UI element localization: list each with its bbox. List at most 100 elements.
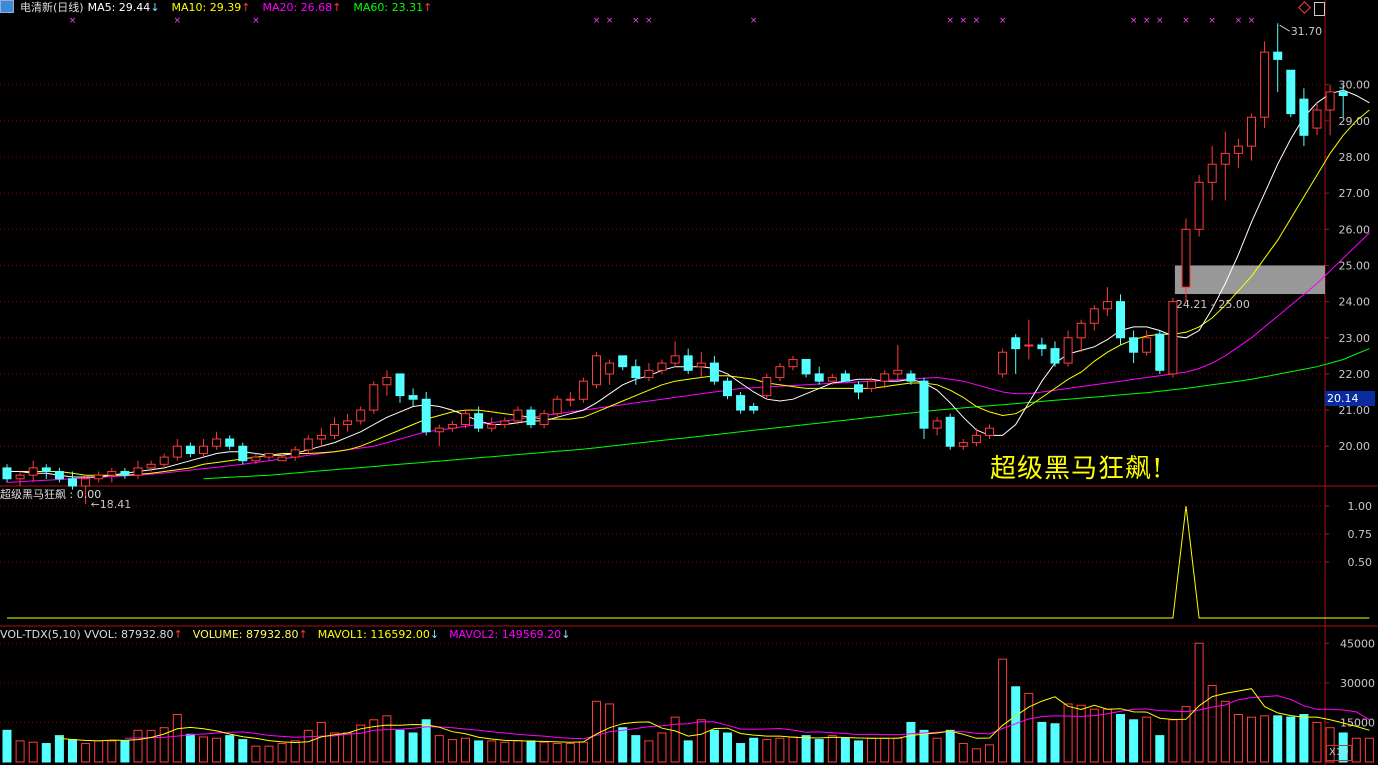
ma60-line [203,348,1370,480]
candle-body [500,420,510,426]
candle-body [657,362,667,371]
indicator-label: 超级黑马狂飙 : 0.00 [0,488,102,501]
volume-bar [15,740,25,763]
candle-body [631,366,641,379]
volume-bar [1181,706,1191,763]
volume-bar [1286,716,1296,763]
volume-bar [1220,700,1230,763]
price-tick-label: 26.00 [1339,223,1371,236]
candle-body [526,409,536,426]
candle-body [238,445,248,462]
candle-body [94,474,104,480]
candle-body [343,420,353,426]
candle-body [81,478,91,487]
candle-body [539,413,549,426]
candle-body [749,405,759,411]
volume-bar [487,740,497,763]
candle-body [670,355,680,364]
price-tick-label: 23.00 [1339,332,1371,345]
main-panel-header: 电清新(日线) MA5: 29.44↓ MA10: 29.39↑ MA20: 26.6… [0,0,450,16]
volume-bar [1037,721,1047,763]
ma-legend: MA5: 29.44↓ MA10: 29.39↑ MA20: 26.68↑ MA60:… [88,1,445,14]
candle-body [605,362,615,375]
candle-body [1312,109,1322,129]
volume-bar [893,737,903,763]
volume-bar [985,744,994,763]
candle-body [185,445,195,454]
volume-bar [906,721,916,763]
volume-bar [526,740,536,763]
signal-marker: × [1248,16,1256,26]
volume-bar [447,739,457,763]
volume-bar [723,732,732,763]
candle-body [1273,51,1283,60]
volume-bar [919,729,929,763]
candle-body [958,442,968,447]
volume-bar [971,748,981,763]
volume-bar [1063,703,1073,763]
volume-bar [185,733,195,763]
volume-bar [1155,735,1165,763]
candle-body [316,434,326,440]
volume-bar [854,740,863,763]
panel-toggle-icon[interactable] [1314,2,1325,16]
candle-body [827,377,837,382]
indicator-tick-label: 1.00 [1348,500,1373,513]
candle-body [814,373,824,382]
signal-marker: × [960,16,968,26]
candle-body [762,377,772,397]
signal-marker: × [946,16,954,26]
ma-legend-item: MA5: 29.44 [87,1,151,14]
candle-body [1247,116,1256,147]
volume-bar [264,745,274,763]
candle-body [28,467,38,476]
candle-body [867,380,877,389]
volume-bar [316,721,326,763]
candle-body [1050,348,1060,364]
candle-body [120,471,130,476]
candle-body [1037,344,1047,350]
volume-bar [592,700,601,763]
indicator-tick-label: 0.75 [1348,528,1373,541]
volume-bar [172,714,182,763]
candle-body [1155,333,1165,371]
candle-body [290,449,300,458]
candle-body [382,377,392,386]
candle-body [41,467,51,473]
candle-body [251,456,261,462]
candle-body [854,384,863,393]
candle-body [487,424,497,429]
candle-body [146,463,156,469]
candle-body [356,409,366,422]
candle-body [1116,301,1125,339]
price-tick-label: 25.00 [1339,259,1371,272]
volume-bar [1351,737,1361,763]
slogan-text: 超级黑马狂飙! [990,454,1164,484]
stock-chart-canvas[interactable]: 20.00 21.00 22.00 23.00 24.00 25.00 26.00 27.00… [0,0,1378,765]
candle-body [893,369,903,375]
ma-legend-item: MA20: 26.68 [262,1,333,14]
candle-body [434,427,444,433]
candle-body [919,380,929,429]
volume-bar [1233,714,1243,763]
high-label: 31.70 [1291,25,1323,38]
price-tick-label: 27.00 [1339,187,1371,200]
vol-mavol1-arrow: ↓ [429,628,440,641]
volume-bar [107,740,117,763]
candle-body [932,420,942,429]
volume-bar [880,737,890,763]
volume-bar [212,737,222,763]
last-price-tag: 20.14 [1325,391,1375,406]
candle-body [474,413,484,429]
stock-title: 电清新(日线) [20,1,84,14]
volume-unit-button[interactable]: X10 [1326,745,1352,761]
candle-body [421,398,431,433]
volume-bar [1024,692,1034,763]
candle-body [552,398,562,415]
volume-bar [998,658,1008,763]
volume-bar [41,743,51,763]
candle-body [212,438,222,447]
volume-bar [801,735,811,763]
candle-body [880,373,890,382]
candle-body [683,355,693,371]
